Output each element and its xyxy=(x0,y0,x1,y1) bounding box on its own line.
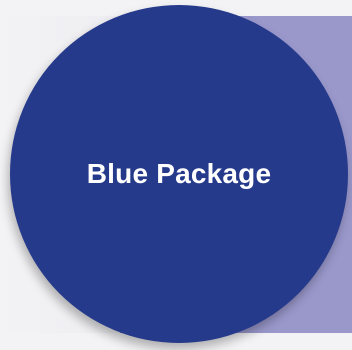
package-graphic: Blue Package xyxy=(0,0,352,350)
package-circle: Blue Package xyxy=(10,5,348,343)
package-label: Blue Package xyxy=(86,158,272,189)
